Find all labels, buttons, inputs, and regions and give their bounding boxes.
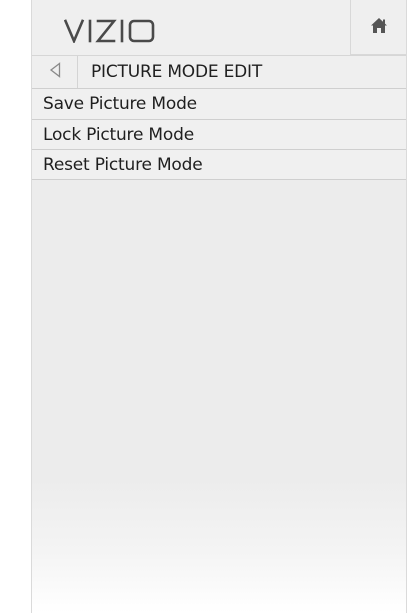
home-icon — [370, 17, 388, 38]
back-button[interactable] — [32, 56, 78, 88]
menu-item-lock-picture-mode[interactable]: Lock Picture Mode — [32, 120, 406, 150]
title-bar: PICTURE MODE EDIT — [32, 55, 406, 89]
vizio-logo — [64, 19, 156, 47]
home-button[interactable] — [350, 0, 406, 55]
back-arrow-icon — [49, 62, 61, 82]
menu-list: Save Picture Mode Lock Picture Mode Rese… — [32, 89, 406, 180]
page-title: PICTURE MODE EDIT — [91, 62, 263, 82]
menu-item-reset-picture-mode[interactable]: Reset Picture Mode — [32, 150, 406, 180]
menu-panel: PICTURE MODE EDIT Save Picture Mode Lock… — [31, 0, 407, 613]
header — [32, 0, 406, 55]
menu-item-save-picture-mode[interactable]: Save Picture Mode — [32, 89, 406, 120]
